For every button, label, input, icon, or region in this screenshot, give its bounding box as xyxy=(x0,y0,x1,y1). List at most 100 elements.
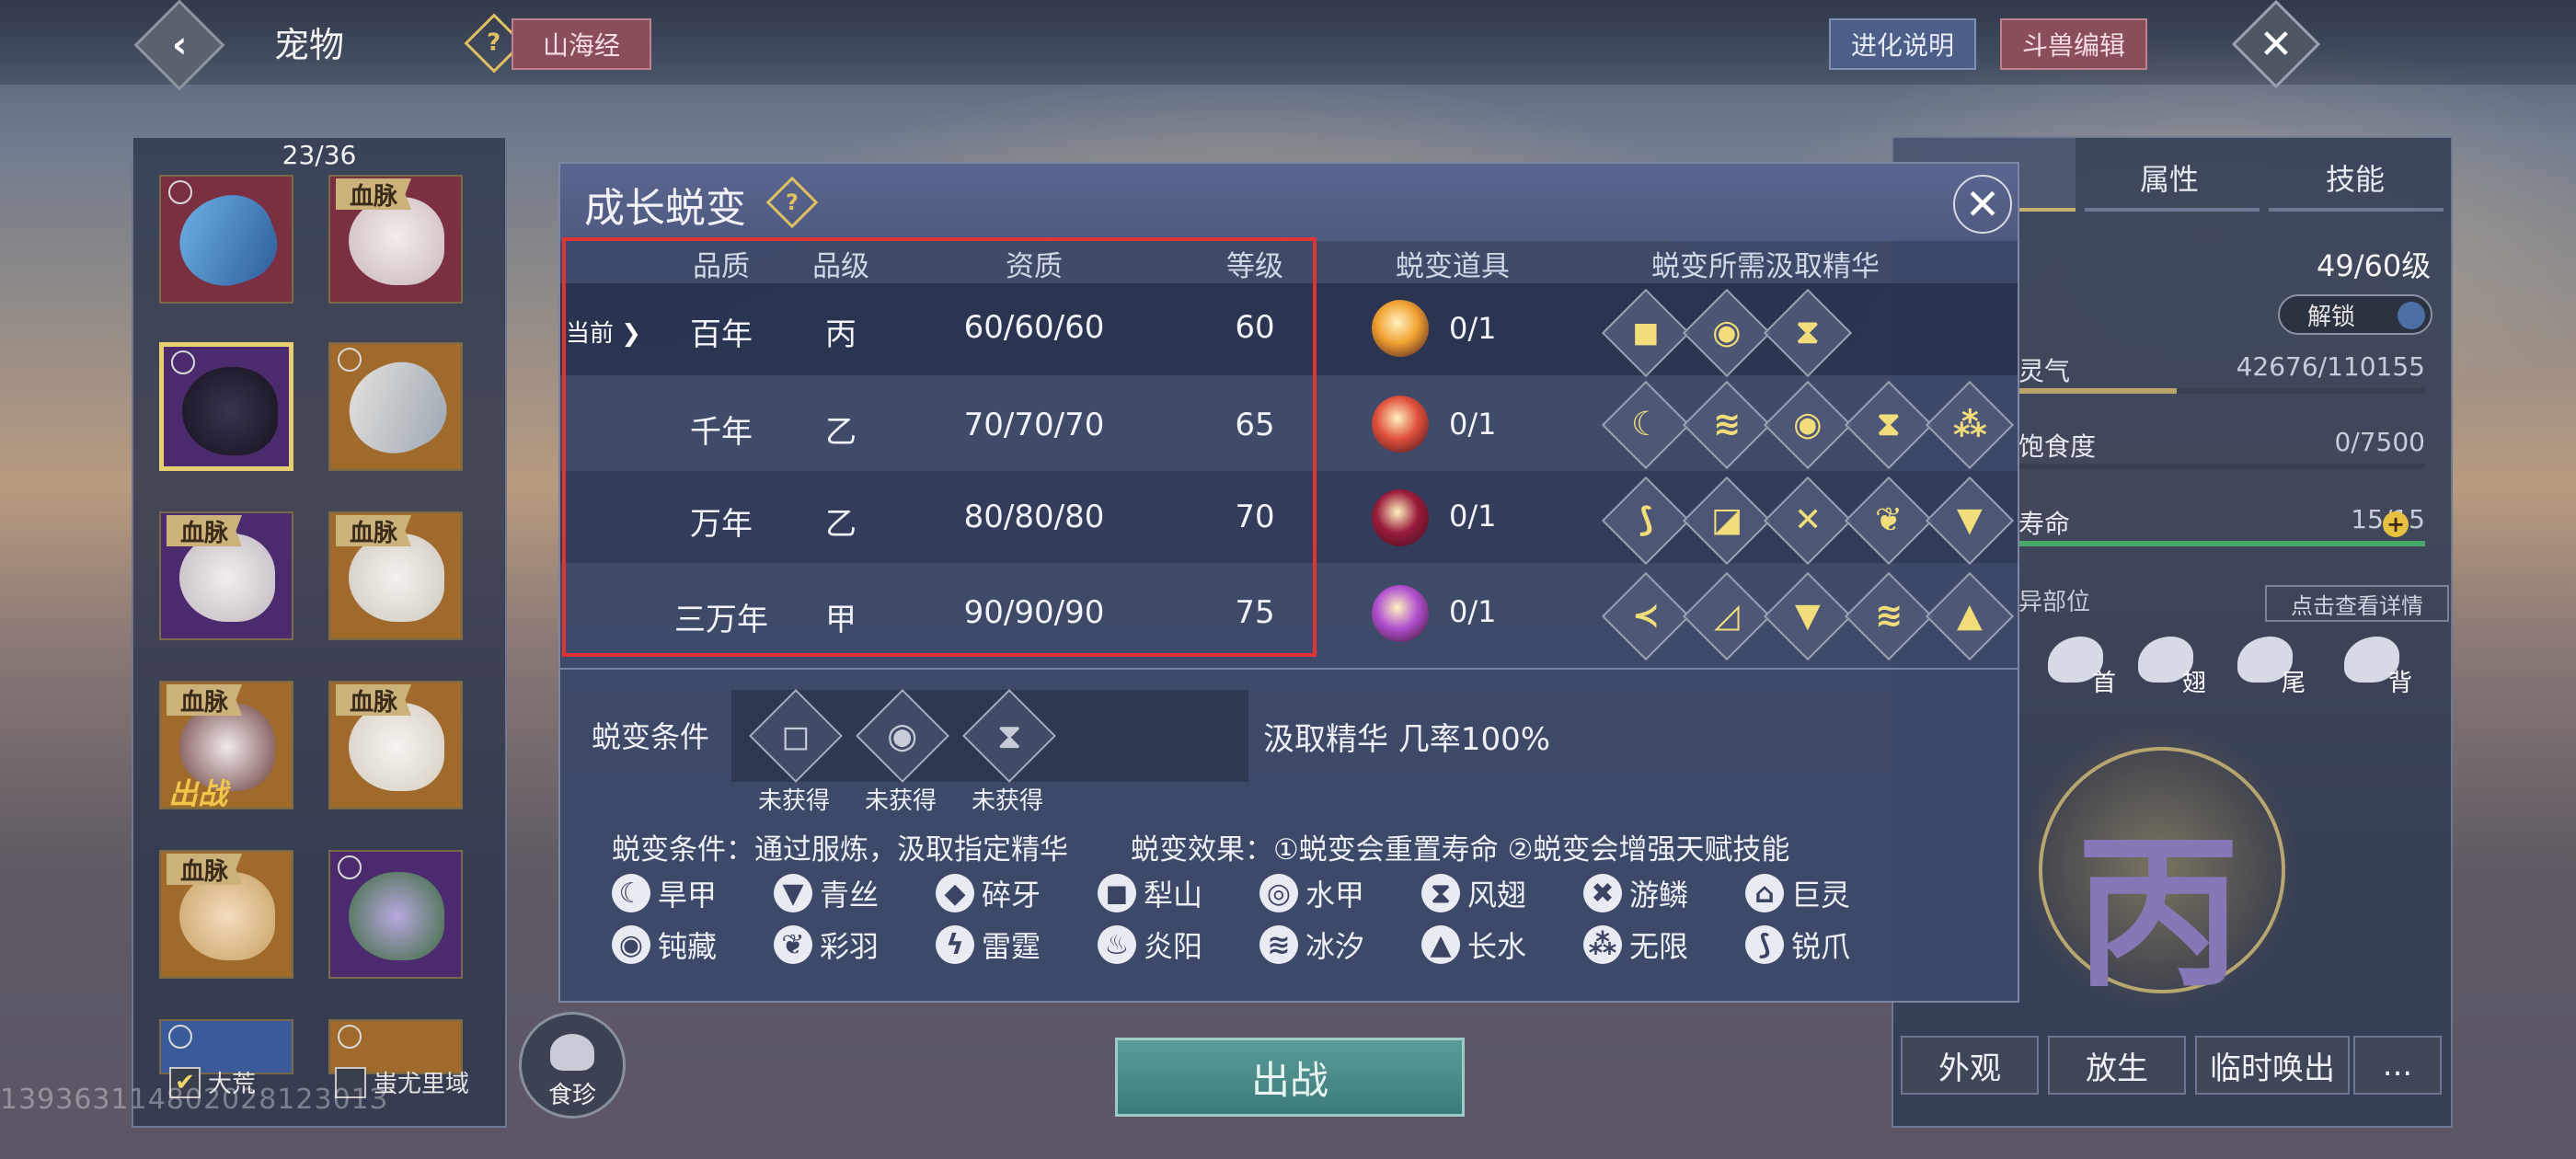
essence-wave-icon[interactable]: ≋ xyxy=(1682,380,1772,470)
pet-portrait xyxy=(349,703,444,791)
fight-edit-button[interactable]: 斗兽编辑 xyxy=(2000,18,2147,70)
essence-hourglass-icon[interactable]: ⧗ xyxy=(1763,288,1853,378)
essence-square-icon[interactable]: ◼ xyxy=(1601,288,1691,378)
condition-status: 未获得 xyxy=(864,787,937,815)
essence-cross-icon[interactable]: ✕ xyxy=(1763,476,1853,566)
temp-summon-button[interactable]: 临时唤出 xyxy=(2195,1036,2350,1095)
essence-hourglass-icon[interactable]: ⧗ xyxy=(1844,380,1934,470)
pet-portrait xyxy=(349,197,444,285)
pet-slot-8[interactable]: 血脉 xyxy=(328,681,463,809)
pet-slot-10[interactable] xyxy=(328,850,463,979)
part-wing[interactable]: 翅 xyxy=(2134,633,2217,697)
metamorphosis-item-icon[interactable] xyxy=(1372,585,1429,642)
legend-item: ◉ 钝藏 xyxy=(612,924,717,966)
tab-attributes[interactable]: 属性 xyxy=(2140,156,2199,199)
essence-eye-icon[interactable]: ◉ xyxy=(1682,288,1772,378)
item-count: 0/1 xyxy=(1449,407,1497,442)
essence-legend-icon: ϟ xyxy=(936,925,974,964)
essence-legend-icon: ⟆ xyxy=(1745,925,1784,964)
header-essence: 蜕变所需汲取精华 xyxy=(1651,250,1880,283)
part-tail[interactable]: 尾 xyxy=(2234,633,2317,697)
more-button[interactable]: ... xyxy=(2353,1036,2442,1095)
release-button[interactable]: 放生 xyxy=(2048,1036,2186,1095)
view-details-button[interactable]: 点击查看详情 xyxy=(2265,585,2449,622)
appearance-button[interactable]: 外观 xyxy=(1901,1036,2039,1095)
lock-icon xyxy=(338,855,362,879)
pet-portrait xyxy=(179,534,275,622)
add-lifespan-icon[interactable]: + xyxy=(2383,511,2409,537)
legend-item: ✖ 游鳞 xyxy=(1583,872,1688,914)
evolution-help-button[interactable]: 进化说明 xyxy=(1829,18,1976,70)
metamorphosis-item-icon[interactable] xyxy=(1372,300,1429,357)
essence-claw-icon[interactable]: ⟆ xyxy=(1601,476,1691,566)
essence-down-triangle-icon[interactable]: ▼ xyxy=(1763,571,1853,661)
essence-moon-icon[interactable]: ☾ xyxy=(1601,380,1691,470)
stat-lingqi: 灵气 42676/110155 xyxy=(2018,351,2425,388)
pet-slot-9[interactable]: 血脉 xyxy=(159,850,293,979)
tab-underline xyxy=(2085,208,2260,212)
special-parts-label: 异部位 xyxy=(2018,589,2091,616)
essence-split-icon[interactable]: ◪ xyxy=(1682,476,1772,566)
pet-level: 49/60级 xyxy=(2317,248,2432,283)
pet-slot-3-selected[interactable] xyxy=(159,342,293,471)
part-head[interactable]: 首 xyxy=(2044,633,2127,697)
pet-slot-4[interactable] xyxy=(328,342,463,471)
legend-label: 犁山 xyxy=(1144,878,1203,912)
lock-icon xyxy=(168,180,192,204)
legend-item: ◼ 犁山 xyxy=(1098,872,1202,914)
legend-item: ϟ 雷霆 xyxy=(936,924,1041,966)
divider xyxy=(560,668,2018,670)
legend-label: 锐爪 xyxy=(1791,929,1851,964)
part-back[interactable]: 背 xyxy=(2340,633,2423,697)
essence-eye-icon[interactable]: ◉ xyxy=(1763,380,1853,470)
essence-triad-icon[interactable]: ⁂ xyxy=(1925,380,2015,470)
essence-chevron-icon[interactable]: ≺ xyxy=(1601,571,1691,661)
essence-down-triangle-icon[interactable]: ▼ xyxy=(1925,476,2015,566)
legend-item: ♨ 炎阳 xyxy=(1098,924,1202,966)
essence-up-triangle-icon[interactable]: ▲ xyxy=(1925,571,2015,661)
pet-slot-7[interactable]: 血脉 出战 xyxy=(159,681,293,809)
legend-label: 冰汐 xyxy=(1305,929,1365,964)
pet-slot-1[interactable] xyxy=(159,175,293,304)
legend-item: ▼ 青丝 xyxy=(774,872,879,914)
pet-slot-2[interactable]: 血脉 xyxy=(328,175,463,304)
header-item: 蜕变道具 xyxy=(1396,250,1510,283)
metamorphosis-item-icon[interactable] xyxy=(1372,396,1429,453)
essence-wave-icon[interactable]: ≋ xyxy=(1844,571,1934,661)
essence-legend-icon: ♨ xyxy=(1098,925,1136,964)
bloodline-tag: 血脉 xyxy=(336,515,411,546)
dialog-close-button[interactable]: ✕ xyxy=(1953,175,2012,234)
pet-list-panel: 23/36 血脉 血脉 血脉 血脉 出战 血脉 血脉 xyxy=(132,136,507,1128)
unlock-label: 解锁 xyxy=(2307,303,2356,331)
metamorphosis-item-icon[interactable] xyxy=(1372,489,1429,546)
food-label: 食珍 xyxy=(547,1082,596,1109)
close-icon: ✕ xyxy=(1964,179,2001,229)
tab-underline xyxy=(2269,208,2444,212)
toggle-knob xyxy=(2398,302,2425,329)
unlock-toggle[interactable]: 解锁 xyxy=(2278,294,2432,335)
food-button[interactable]: 食珍 xyxy=(519,1012,626,1119)
growth-metamorphosis-dialog: 成长蜕变 ? ✕ 品质 品级 资质 等级 蜕变道具 蜕变所需汲取精华 当前 ❯ … xyxy=(558,162,2019,1003)
pet-slot-6[interactable]: 血脉 xyxy=(328,511,463,640)
tab-skills[interactable]: 技能 xyxy=(2326,156,2385,199)
legend-label: 青丝 xyxy=(820,878,880,912)
dialog-title: 成长蜕变 xyxy=(584,185,746,232)
highlight-frame xyxy=(562,237,1317,657)
essence-legend-icon: ◆ xyxy=(936,874,974,912)
essence-leaf-icon[interactable]: ❦ xyxy=(1844,476,1934,566)
pet-slot-5[interactable]: 血脉 xyxy=(159,511,293,640)
close-icon: ✕ xyxy=(2259,20,2294,68)
stat-bar-lifespan xyxy=(2018,541,2425,546)
legend-label: 无限 xyxy=(1629,929,1689,964)
back-arrow-icon: ‹ xyxy=(171,23,188,66)
legend-label: 游鳞 xyxy=(1629,878,1689,912)
rule-condition: 蜕变条件：通过服炼，汲取指定精华 xyxy=(612,833,1068,866)
essence-legend-icon: ◎ xyxy=(1259,874,1298,912)
essence-corner-icon[interactable]: ◿ xyxy=(1682,571,1772,661)
shanhai-button[interactable]: 山海经 xyxy=(512,18,651,70)
fighting-tag: 出战 xyxy=(168,776,228,809)
essence-legend-icon: ◉ xyxy=(612,925,650,964)
legend-item: ◆ 碎牙 xyxy=(936,872,1041,914)
pet-count: 23/36 xyxy=(282,140,357,170)
deploy-fight-button[interactable]: 出战 xyxy=(1115,1038,1465,1117)
